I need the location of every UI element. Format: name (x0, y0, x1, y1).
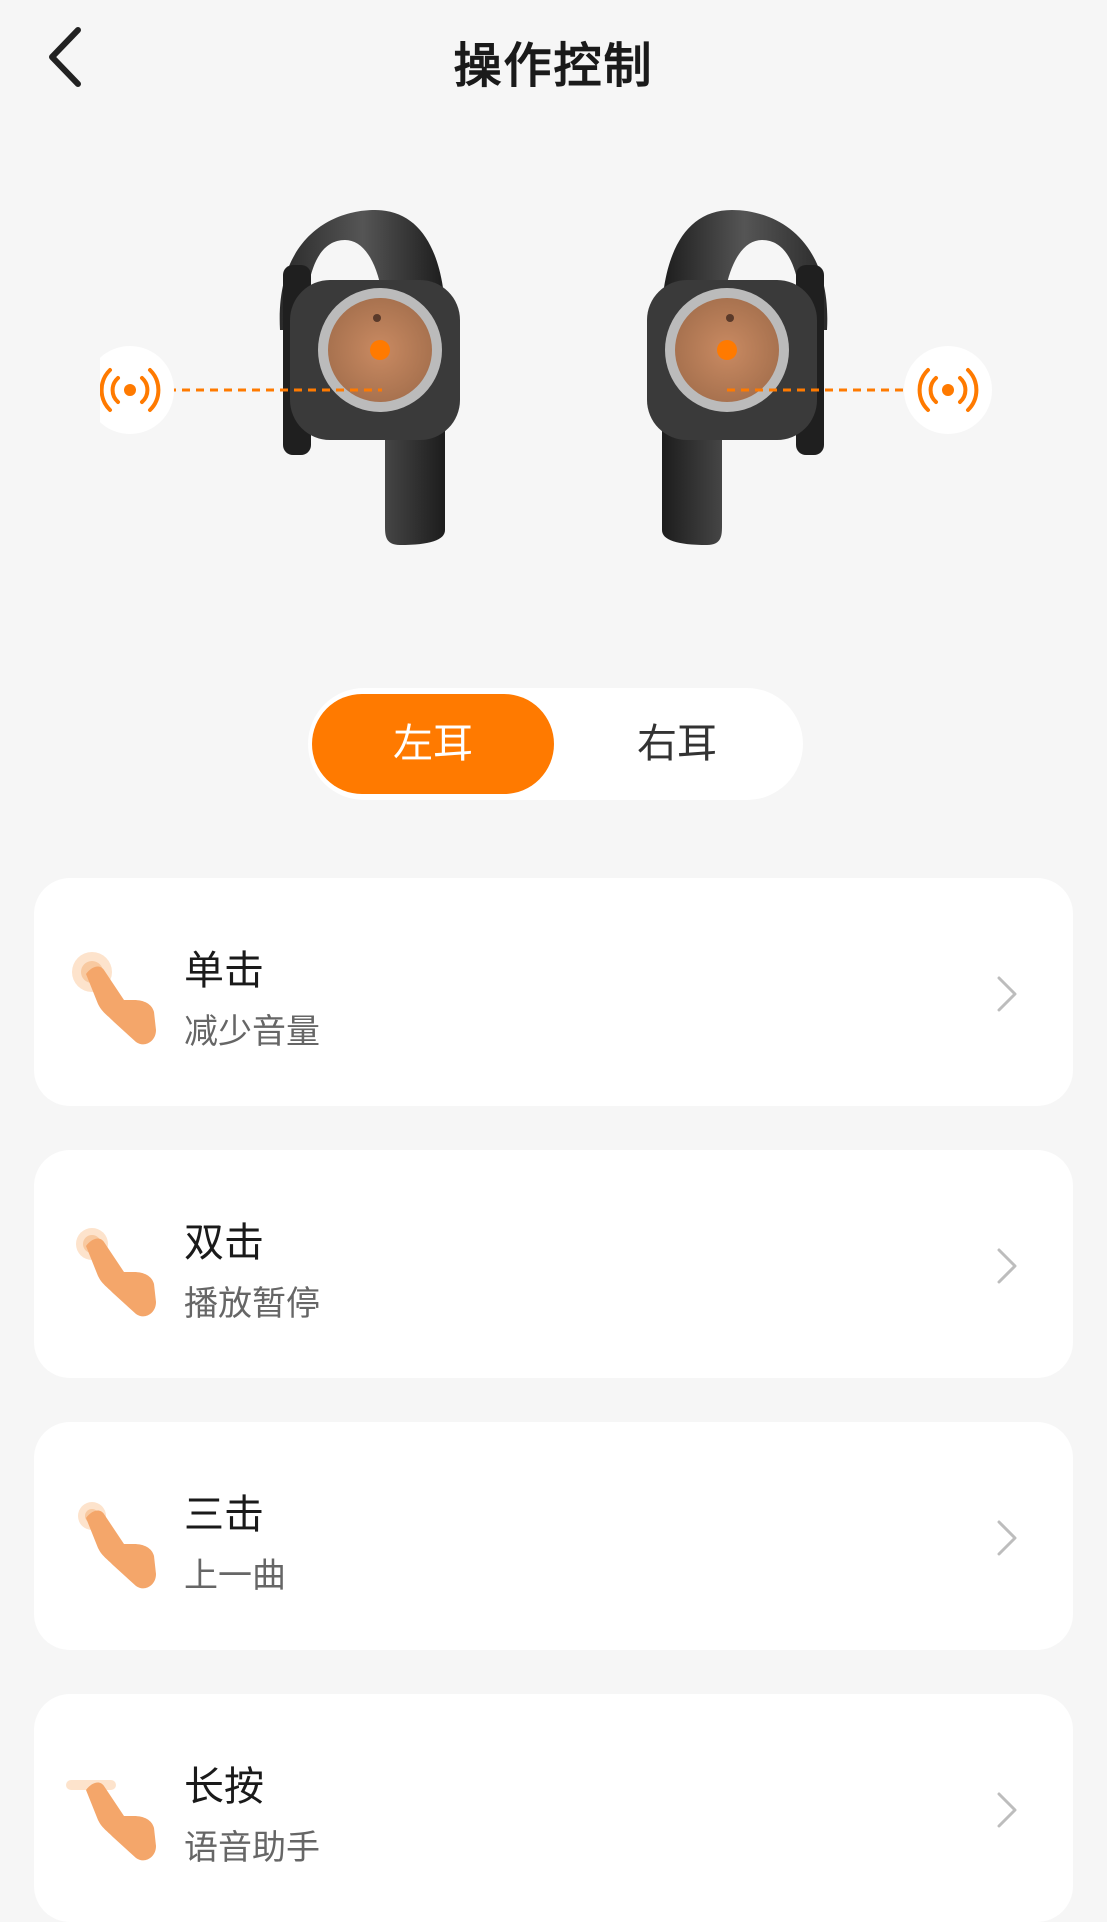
list-item-action: 减少音量 (184, 1012, 320, 1052)
tab-right-ear[interactable]: 右耳 (556, 694, 798, 794)
double-tap-hand-icon (76, 1228, 156, 1317)
list-item-title: 长按 (184, 1764, 264, 1810)
ear-selector: 左耳 右耳 (308, 688, 803, 800)
chevron-right-icon (997, 1792, 1017, 1828)
earbuds-illustration (100, 210, 992, 545)
chevron-right-icon (997, 976, 1017, 1012)
chevron-right-icon (997, 1248, 1017, 1284)
tab-left-ear[interactable]: 左耳 (312, 694, 554, 794)
header: 操作控制 (0, 0, 1107, 115)
list-item-action: 语音助手 (184, 1828, 320, 1868)
list-item-title: 三击 (184, 1492, 264, 1538)
list-item-single-tap[interactable]: 单击 减少音量 (34, 878, 1073, 1106)
signal-icon (100, 346, 174, 434)
long-press-hand-icon (66, 1780, 156, 1861)
signal-icon (904, 346, 992, 434)
list-item-double-tap[interactable]: 双击 播放暂停 (34, 1150, 1073, 1378)
right-earbud (647, 210, 828, 545)
list-item-long-press[interactable]: 长按 语音助手 (34, 1694, 1073, 1922)
list-item-title: 双击 (184, 1220, 264, 1266)
left-earbud (279, 210, 460, 545)
list-item-action: 播放暂停 (184, 1284, 320, 1324)
chevron-right-icon (997, 1520, 1017, 1556)
page-title: 操作控制 (453, 38, 654, 94)
list-item-title: 单击 (184, 948, 264, 994)
triple-tap-hand-icon (78, 1502, 156, 1589)
tap-hand-icon (72, 952, 156, 1045)
list-item-triple-tap[interactable]: 三击 上一曲 (34, 1422, 1073, 1650)
list-item-action: 上一曲 (184, 1556, 286, 1596)
